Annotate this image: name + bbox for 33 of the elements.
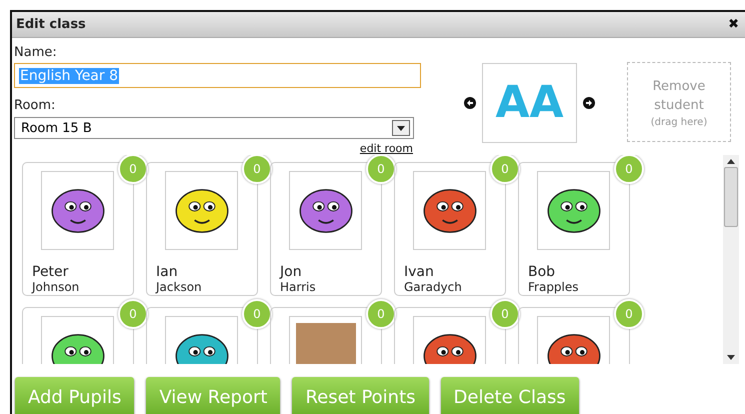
points-badge: 0: [366, 299, 396, 329]
close-button[interactable]: ✖: [728, 17, 739, 32]
scroll-down-icon[interactable]: [727, 355, 735, 360]
points-badge: 0: [118, 155, 148, 184]
points-badge: 0: [242, 299, 272, 329]
student-last-name: Frapples: [528, 280, 580, 295]
name-label: Name:: [14, 45, 58, 60]
points-badge: 0: [366, 155, 396, 184]
student-last-name: Jackson: [156, 280, 203, 295]
student-last-name: Johnson: [32, 280, 80, 295]
points-badge: 0: [242, 155, 272, 184]
room-dropdown[interactable]: Room 15 B: [14, 117, 414, 139]
dropdown-caret-icon: [392, 120, 410, 136]
student-last-name: Harris: [280, 280, 317, 295]
points-badge: 0: [614, 155, 644, 184]
points-badge: 0: [490, 155, 520, 184]
left-arrow-icon[interactable]: [464, 97, 476, 109]
edit-room-link[interactable]: edit room: [360, 142, 413, 155]
student-first-name: Ian: [156, 264, 179, 280]
student-first-name: Jon: [280, 264, 303, 280]
points-badge: 0: [614, 299, 644, 329]
points-badge: 0: [490, 299, 520, 329]
student-last-name: Garadych: [404, 280, 463, 295]
student-first-name: Bob: [528, 264, 556, 280]
points-badge: 0: [118, 299, 148, 329]
right-arrow-icon[interactable]: [583, 97, 595, 109]
student-first-name: Peter: [32, 264, 70, 280]
room-label: Room:: [14, 98, 56, 113]
scrollbar[interactable]: [723, 155, 739, 364]
scroll-up-icon[interactable]: [727, 159, 735, 164]
window-title: Edit class: [16, 17, 86, 32]
class-logo: AA: [482, 63, 577, 143]
student-first-name: Ivan: [404, 264, 435, 280]
